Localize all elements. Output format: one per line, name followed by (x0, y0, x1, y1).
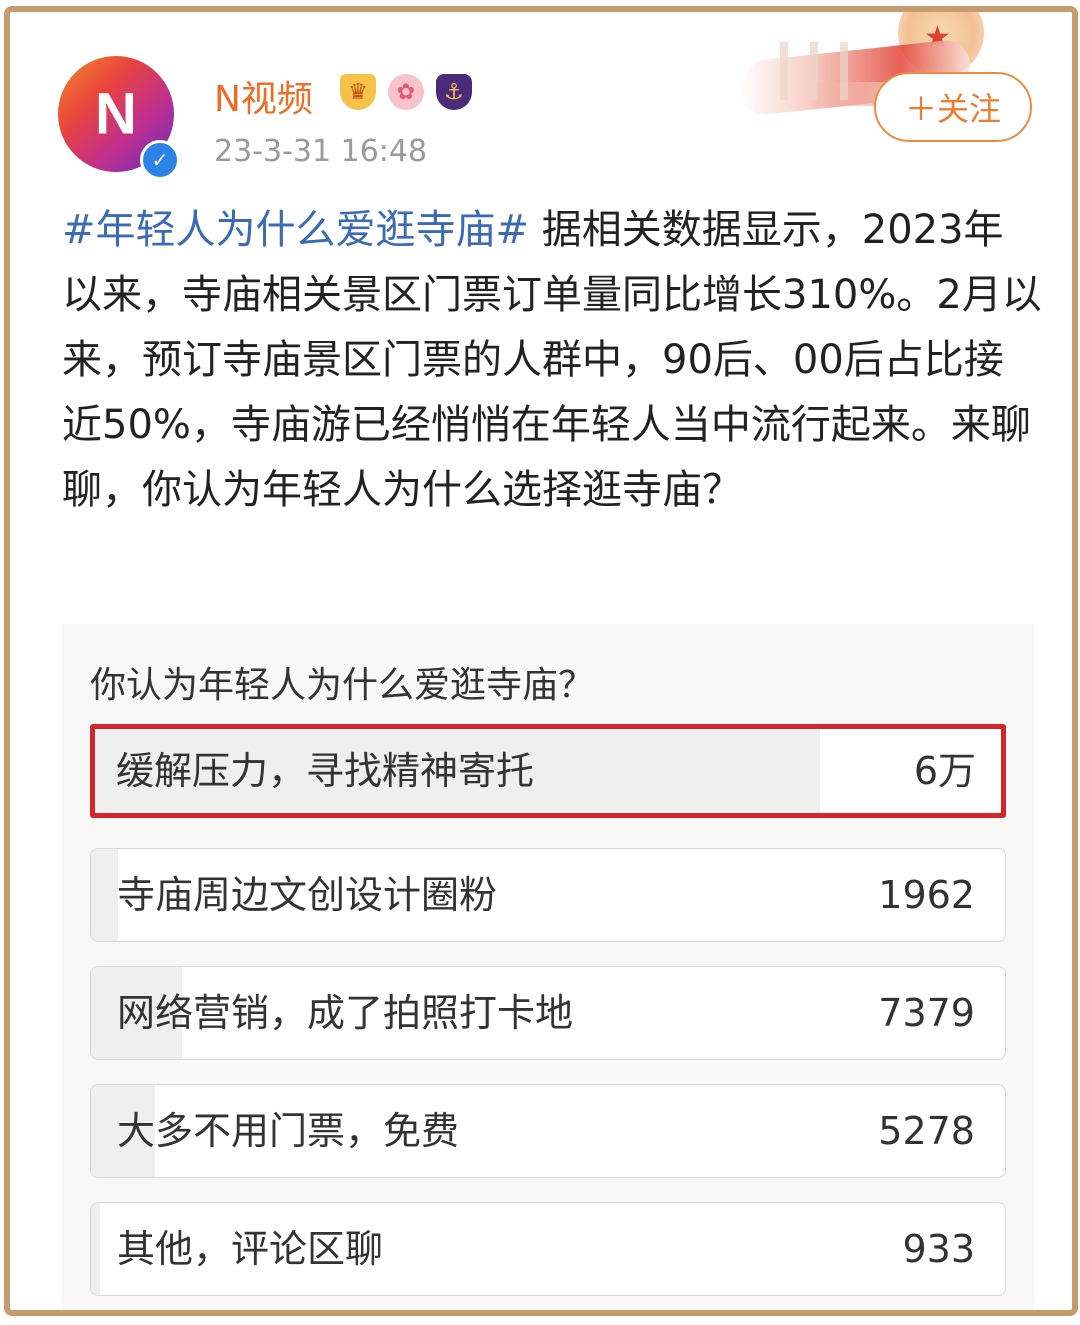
poll-option[interactable]: 其他，评论区聊 933 (90, 1202, 1006, 1296)
decoration-pillar (780, 42, 788, 100)
poll-option-count: 7379 (878, 991, 975, 1035)
poll-option[interactable]: 大多不用门票，免费 5278 (90, 1084, 1006, 1178)
decoration-pillar (840, 42, 848, 100)
badge-row: ♛ ✿ ⚓ (340, 74, 472, 110)
post-timestamp[interactable]: 23-3-31 16:48 (214, 134, 427, 169)
poll-option-label: 寺庙周边文创设计圈粉 (117, 873, 498, 917)
poll-question: 你认为年轻人为什么爱逛寺庙？ (90, 665, 595, 706)
username[interactable]: N视频 (214, 70, 313, 122)
poll-option-count: 933 (902, 1227, 975, 1271)
medal-badge-icon[interactable]: ♛ (340, 74, 376, 110)
poll-option-count: 1962 (878, 873, 975, 917)
poll-option-count: 6万 (913, 749, 976, 793)
poll-option-label: 其他，评论区聊 (117, 1227, 384, 1271)
post-text: #年轻人为什么爱逛寺庙# 据相关数据显示，2023年以来，寺庙相关景区门票订单量… (62, 198, 1042, 523)
decoration-pillar (810, 42, 818, 100)
poll-option-bar (91, 849, 119, 941)
poll-option[interactable]: 缓解压力，寻找精神寄托 6万 (90, 724, 1006, 818)
poll-option-label: 大多不用门票，免费 (117, 1109, 460, 1153)
follow-button[interactable]: ＋关注 (874, 72, 1032, 142)
post-card: ★ N ✓ N视频 ♛ ✿ ⚓ 23-3-31 16:48 ＋关注 #年轻人为什… (4, 6, 1078, 1316)
poll-option-label: 网络营销，成了拍照打卡地 (117, 991, 574, 1035)
avatar-logo: N (95, 81, 137, 147)
shield-badge-icon[interactable]: ⚓ (436, 74, 472, 110)
poll-option-bar (91, 1203, 101, 1295)
poll-option-label: 缓解压力，寻找精神寄托 (116, 749, 535, 793)
poll-card: 你认为年轻人为什么爱逛寺庙？ 缓解压力，寻找精神寄托 6万 寺庙周边文创设计圈粉… (62, 624, 1034, 1310)
poll-option[interactable]: 寺庙周边文创设计圈粉 1962 (90, 848, 1006, 942)
sakura-badge-icon[interactable]: ✿ (388, 74, 424, 110)
hashtag-link[interactable]: #年轻人为什么爱逛寺庙# (62, 207, 529, 253)
poll-option-count: 5278 (878, 1109, 975, 1153)
verified-icon: ✓ (140, 140, 180, 180)
poll-option[interactable]: 网络营销，成了拍照打卡地 7379 (90, 966, 1006, 1060)
